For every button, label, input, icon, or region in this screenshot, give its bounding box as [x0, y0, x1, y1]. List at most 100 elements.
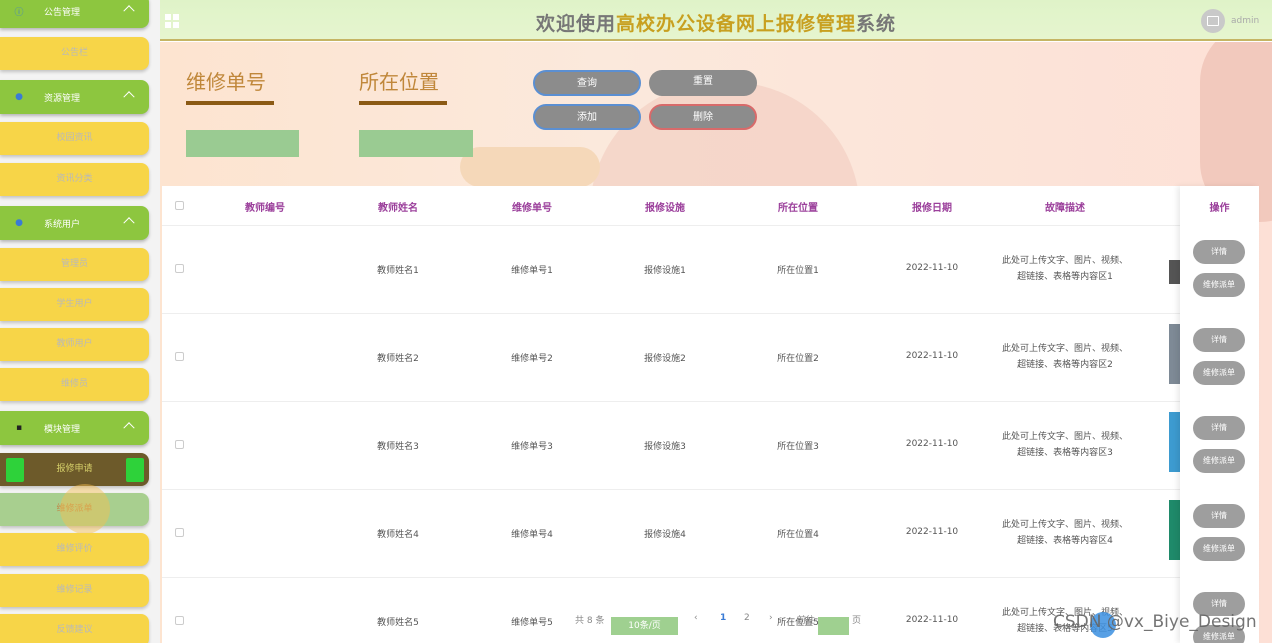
cell-location: 所在位置3 [777, 442, 819, 452]
click-highlight [60, 484, 110, 534]
dispatch-button[interactable]: 维修派单 [1193, 273, 1245, 297]
prev-page-icon[interactable]: ‹ [694, 613, 698, 623]
row-checkbox[interactable] [175, 440, 184, 449]
column-header[interactable]: 教师编号 [215, 199, 315, 214]
pagination-total: 共 8 条 [575, 616, 605, 626]
location-input[interactable] [359, 130, 473, 157]
column-header[interactable]: 故障描述 [1015, 199, 1115, 214]
sidebar-group-notice[interactable]: ⓘ 公告管理 [0, 0, 149, 28]
column-header[interactable]: 教师姓名 [348, 199, 448, 214]
watermark: CSDN @vx_Biye_Design [1053, 612, 1257, 632]
sidebar-item-repair-apply[interactable]: 报修申请 [0, 453, 149, 486]
divider [186, 101, 274, 105]
column-header[interactable]: 所在位置 [748, 199, 848, 214]
data-table: 教师编号 教师姓名 维修单号 报修设施 所在位置 报修日期 故障描述 教师姓名1… [162, 186, 1259, 643]
sidebar-item-teacher-user[interactable]: 教师用户 [0, 328, 149, 361]
user-icon: ● [15, 218, 23, 228]
operations-column: 操作 详情 维修派单 详情 维修派单 详情 维修派单 详情 维修派单 详情 维修… [1180, 186, 1259, 643]
order-no-input[interactable] [186, 130, 299, 157]
dispatch-button[interactable]: 维修派单 [1193, 537, 1245, 561]
cell-description: 此处可上传文字、图片、视频、超链接、表格等内容区1 [1001, 256, 1128, 282]
sidebar-group-label: 模块管理 [44, 424, 81, 435]
table-row[interactable]: 教师姓名3 维修单号3 报修设施3 所在位置3 2022-11-10 此处可上传… [162, 402, 1259, 490]
detail-button[interactable]: 详情 [1193, 504, 1245, 528]
cell-facility: 报修设施1 [644, 266, 686, 276]
row-checkbox[interactable] [175, 264, 184, 273]
background-cloud [460, 147, 600, 187]
username[interactable]: admin [1231, 16, 1259, 26]
cell-description: 此处可上传文字、图片、视频、超链接、表格等内容区4 [1001, 520, 1128, 546]
sidebar-item-admin[interactable]: 管理员 [0, 248, 149, 281]
search-label-location: 所在位置 [359, 70, 439, 94]
sidebar-item-label: 报修申请 [56, 464, 93, 474]
chevron-up-icon [123, 422, 135, 434]
row-checkbox[interactable] [175, 528, 184, 537]
reset-button[interactable]: 重置 [649, 70, 757, 96]
dispatch-button[interactable]: 维修派单 [1193, 449, 1245, 473]
row-checkbox[interactable] [175, 352, 184, 361]
cell-date: 2022-11-10 [905, 615, 959, 625]
sidebar-item-repair-record[interactable]: 维修记录 [0, 574, 149, 607]
table-row[interactable]: 教师姓名2 维修单号2 报修设施2 所在位置2 2022-11-10 此处可上传… [162, 314, 1259, 402]
dispatch-button[interactable]: 维修派单 [1193, 361, 1245, 385]
column-header[interactable]: 维修单号 [482, 199, 582, 214]
sidebar-item-feedback[interactable]: 反馈建议 [0, 614, 149, 643]
row-checkbox[interactable] [175, 616, 184, 625]
cell-location: 所在位置1 [777, 266, 819, 276]
table-row[interactable]: 教师姓名4 维修单号4 报修设施4 所在位置4 2022-11-10 此处可上传… [162, 490, 1259, 578]
chevron-up-icon [123, 91, 135, 103]
cell-location: 所在位置4 [777, 530, 819, 540]
column-header[interactable]: 报修设施 [615, 199, 715, 214]
cell-description: 此处可上传文字、图片、视频、超链接、表格等内容区2 [1001, 344, 1128, 370]
sidebar-group-modules[interactable]: ▪ 模块管理 [0, 411, 149, 445]
sidebar-item-student-user[interactable]: 学生用户 [0, 288, 149, 321]
cell-teacher-name: 教师姓名5 [377, 618, 419, 628]
page-number[interactable]: 2 [744, 613, 750, 623]
cell-order-no: 维修单号1 [511, 266, 553, 276]
detail-button[interactable]: 详情 [1193, 240, 1245, 264]
cell-order-no: 维修单号3 [511, 442, 553, 452]
cell-date: 2022-11-10 [905, 263, 959, 273]
drop-icon: ● [15, 92, 23, 102]
decor-icon [126, 458, 144, 482]
cell-date: 2022-11-10 [905, 351, 959, 361]
page-unit-label: 页 [852, 616, 862, 626]
cell-teacher-name: 教师姓名1 [377, 266, 419, 276]
page-jump-input[interactable] [818, 617, 849, 635]
search-label-order-no: 维修单号 [186, 70, 266, 94]
cell-facility: 报修设施4 [644, 530, 686, 540]
column-header[interactable]: 报修日期 [882, 199, 982, 214]
topbar: 欢迎使用高校办公设备网上报修管理系统 admin [160, 0, 1272, 41]
goto-label: 前往 [797, 616, 816, 626]
query-button[interactable]: 查询 [533, 70, 641, 96]
delete-button[interactable]: 删除 [649, 104, 757, 130]
cell-order-no: 维修单号2 [511, 354, 553, 364]
decor-icon [6, 458, 24, 482]
cell-date: 2022-11-10 [905, 527, 959, 537]
sidebar-item-info-category[interactable]: 资讯分类 [0, 163, 149, 196]
sidebar-group-resources[interactable]: ● 资源管理 [0, 80, 149, 114]
cell-order-no: 维修单号5 [511, 618, 553, 628]
cell-teacher-name: 教师姓名4 [377, 530, 419, 540]
page-size-select[interactable]: 10条/页 [611, 617, 678, 635]
cell-description: 此处可上传文字、图片、视频、超链接、表格等内容区3 [1001, 432, 1128, 458]
sidebar-item-school-info[interactable]: 校园资讯 [0, 122, 149, 155]
sidebar-group-users[interactable]: ● 系统用户 [0, 206, 149, 240]
sidebar-item-repair-review[interactable]: 维修评价 [0, 533, 149, 566]
sidebar-group-label: 公告管理 [44, 7, 81, 18]
site-title: 欢迎使用高校办公设备网上报修管理系统 [535, 13, 897, 35]
detail-button[interactable]: 详情 [1193, 328, 1245, 352]
grid-icon: ▪ [15, 423, 23, 433]
cell-teacher-name: 教师姓名3 [377, 442, 419, 452]
avatar[interactable] [1201, 9, 1225, 33]
sidebar-item-repair-worker[interactable]: 维修员 [0, 368, 149, 401]
detail-button[interactable]: 详情 [1193, 416, 1245, 440]
add-button[interactable]: 添加 [533, 104, 641, 130]
next-page-icon[interactable]: › [769, 613, 773, 623]
page-number[interactable]: 1 [720, 613, 726, 623]
table-row[interactable]: 教师姓名1 维修单号1 报修设施1 所在位置1 2022-11-10 此处可上传… [162, 226, 1259, 314]
info-icon: ⓘ [14, 7, 24, 18]
sidebar: ⓘ 公告管理 公告栏 ● 资源管理 校园资讯 资讯分类 ● 系统用户 管理员 学… [0, 0, 160, 643]
select-all-checkbox[interactable] [175, 201, 184, 210]
sidebar-item-notice[interactable]: 公告栏 [0, 37, 149, 70]
